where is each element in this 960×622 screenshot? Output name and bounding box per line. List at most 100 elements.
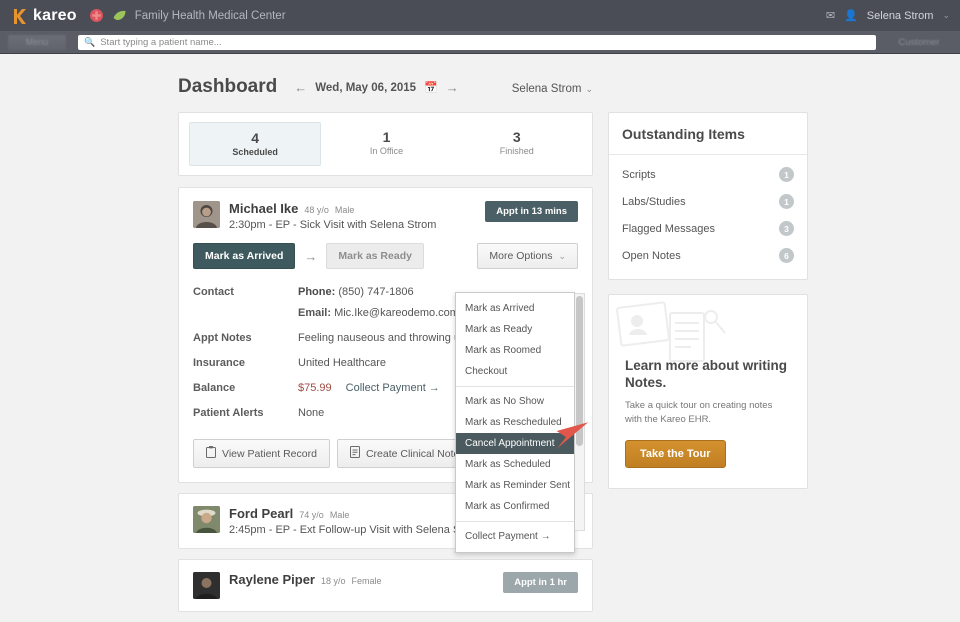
phone-line: Phone: (850) 747-1806: [298, 286, 459, 298]
list-item[interactable]: Labs/Studies 1: [622, 188, 794, 215]
cursor-pointer-icon: [548, 414, 590, 459]
more-options-button[interactable]: More Options ⌄: [477, 243, 578, 269]
outstanding-items-title: Outstanding Items: [609, 113, 807, 155]
button-label: Create Clinical Note: [366, 448, 459, 460]
patient-name-line: Ford Pearl74 y/oMale: [229, 507, 349, 521]
item-count-badge: 1: [779, 167, 794, 182]
menu-item-mark-as-roomed[interactable]: Mark as Roomed: [456, 340, 574, 361]
menu-separator: [456, 386, 574, 387]
patient-age: 18 y/o: [321, 576, 346, 586]
search-bar: Menu 🔍 Customer: [0, 31, 960, 54]
menu-button[interactable]: Menu: [8, 35, 66, 50]
appointment-countdown-badge: Appt in 13 mins: [485, 201, 578, 222]
mark-as-ready-button[interactable]: Mark as Ready: [326, 243, 424, 269]
appointment-header: Michael Ike48 y/oMale 2:30pm - EP - Sick…: [193, 201, 578, 231]
stat-label: Scheduled: [194, 147, 316, 157]
avatar: [193, 506, 220, 533]
detail-label: Contact: [193, 286, 298, 319]
email-value: Mic.Ike@kareodemo.com: [334, 307, 459, 319]
email-line: Email: Mic.Ike@kareodemo.com: [298, 307, 459, 319]
practice-name: Family Health Medical Center: [135, 10, 286, 22]
take-the-tour-button[interactable]: Take the Tour: [625, 440, 726, 468]
note-edit-icon: [350, 446, 360, 461]
item-label: Scripts: [622, 169, 656, 181]
menu-item-mark-as-reminder-sent[interactable]: Mark as Reminder Sent: [456, 475, 574, 496]
kareo-wordmark[interactable]: kareo: [33, 7, 77, 25]
promo-card: Learn more about writing Notes. Take a q…: [608, 294, 808, 489]
item-label: Flagged Messages: [622, 223, 715, 235]
chevron-down-icon: ⌄: [558, 251, 566, 262]
previous-day-button[interactable]: ←: [294, 80, 307, 95]
appointment-row[interactable]: Raylene Piper18 y/oFemale Appt in 1 hr: [178, 559, 593, 612]
appointment-countdown-badge: Appt in 1 hr: [503, 572, 578, 593]
patient-age: 48 y/o: [304, 205, 329, 215]
list-item[interactable]: Flagged Messages 3: [622, 215, 794, 242]
detail-value: None: [298, 407, 324, 419]
email-label: Email:: [298, 307, 331, 319]
appointment-status-buttons: Mark as Arrived → Mark as Ready More Opt…: [193, 243, 578, 269]
patient-name[interactable]: Michael Ike: [229, 201, 298, 216]
view-patient-record-button[interactable]: View Patient Record: [193, 439, 330, 468]
detail-value: Phone: (850) 747-1806 Email: Mic.Ike@kar…: [298, 286, 459, 319]
item-label: Open Notes: [622, 250, 681, 262]
patient-name-line: Michael Ike48 y/oMale: [229, 202, 354, 216]
chevron-down-icon[interactable]: ⌄: [942, 10, 950, 21]
detail-value: United Healthcare: [298, 357, 386, 369]
flow-arrow-icon: →: [304, 249, 317, 264]
mark-as-arrived-button[interactable]: Mark as Arrived: [193, 243, 295, 269]
calendar-icon[interactable]: 📅: [424, 81, 438, 94]
kareo-logo-icon[interactable]: [10, 6, 30, 26]
create-clinical-note-button[interactable]: Create Clinical Note: [337, 439, 472, 468]
patient-name[interactable]: Ford Pearl: [229, 506, 293, 521]
appointment-summary: 2:45pm - EP - Ext Follow-up Visit with S…: [229, 524, 482, 536]
button-label: View Patient Record: [222, 448, 317, 460]
customer-support-button[interactable]: Customer: [886, 37, 952, 48]
avatar: [193, 572, 220, 599]
collect-payment-link[interactable]: Collect Payment →: [346, 382, 440, 394]
avatar: [193, 201, 220, 228]
detail-label: Appt Notes: [193, 332, 298, 344]
menu-item-mark-as-confirmed[interactable]: Mark as Confirmed: [456, 496, 574, 517]
stat-finished[interactable]: 3 Finished: [452, 122, 582, 166]
outstanding-items-list: Scripts 1 Labs/Studies 1 Flagged Message…: [609, 155, 807, 279]
menu-item-checkout[interactable]: Checkout: [456, 361, 574, 382]
promo-title: Learn more about writing Notes.: [625, 357, 791, 391]
stat-scheduled[interactable]: 4 Scheduled: [189, 122, 321, 166]
appointment-stats: 4 Scheduled 1 In Office 3 Finished: [178, 112, 593, 176]
current-user-name[interactable]: Selena Strom: [867, 10, 934, 22]
provider-selector[interactable]: Selena Strom ⌄: [512, 83, 593, 95]
list-item[interactable]: Open Notes 6: [622, 242, 794, 269]
leaf-icon[interactable]: [112, 8, 127, 23]
envelope-icon[interactable]: ✉: [826, 9, 835, 22]
dropdown-scrollbar[interactable]: [575, 293, 585, 531]
menu-item-mark-as-arrived[interactable]: Mark as Arrived: [456, 298, 574, 319]
top-bar: kareo Family Health Medical Center ✉ 👤 S…: [0, 0, 960, 31]
next-day-button[interactable]: →: [446, 80, 459, 95]
list-item[interactable]: Scripts 1: [622, 161, 794, 188]
phone-label: Phone:: [298, 286, 335, 298]
promo-body: Take a quick tour on creating notes with…: [625, 399, 791, 427]
patient-gender: Male: [330, 510, 350, 520]
item-count-badge: 6: [779, 248, 794, 263]
menu-item-mark-as-ready[interactable]: Mark as Ready: [456, 319, 574, 340]
patient-search[interactable]: 🔍: [78, 35, 876, 50]
stat-in-office[interactable]: 1 In Office: [321, 122, 451, 166]
outstanding-items-panel: Outstanding Items Scripts 1 Labs/Studies…: [608, 112, 808, 280]
search-icon: 🔍: [84, 37, 95, 48]
topbar-right-group: ✉ 👤 Selena Strom ⌄: [826, 9, 950, 22]
detail-label: Patient Alerts: [193, 407, 298, 419]
item-label: Labs/Studies: [622, 196, 686, 208]
item-count-badge: 3: [779, 221, 794, 236]
clipboard-icon: [206, 446, 216, 461]
page-body: Dashboard ← Wed, May 06, 2015 📅 → Selena…: [0, 54, 960, 622]
current-date: Wed, May 06, 2015: [315, 82, 416, 94]
detail-value: Feeling nauseous and throwing up: [298, 332, 466, 344]
item-count-badge: 1: [779, 194, 794, 209]
page-header-row: Dashboard ← Wed, May 06, 2015 📅 → Selena…: [178, 54, 593, 112]
stat-value: 1: [325, 129, 447, 145]
medical-cross-icon[interactable]: [89, 8, 104, 23]
menu-item-collect-payment[interactable]: Collect Payment →: [456, 526, 574, 547]
patient-name[interactable]: Raylene Piper: [229, 572, 315, 587]
search-input[interactable]: [100, 37, 870, 48]
menu-item-mark-as-no-show[interactable]: Mark as No Show: [456, 391, 574, 412]
